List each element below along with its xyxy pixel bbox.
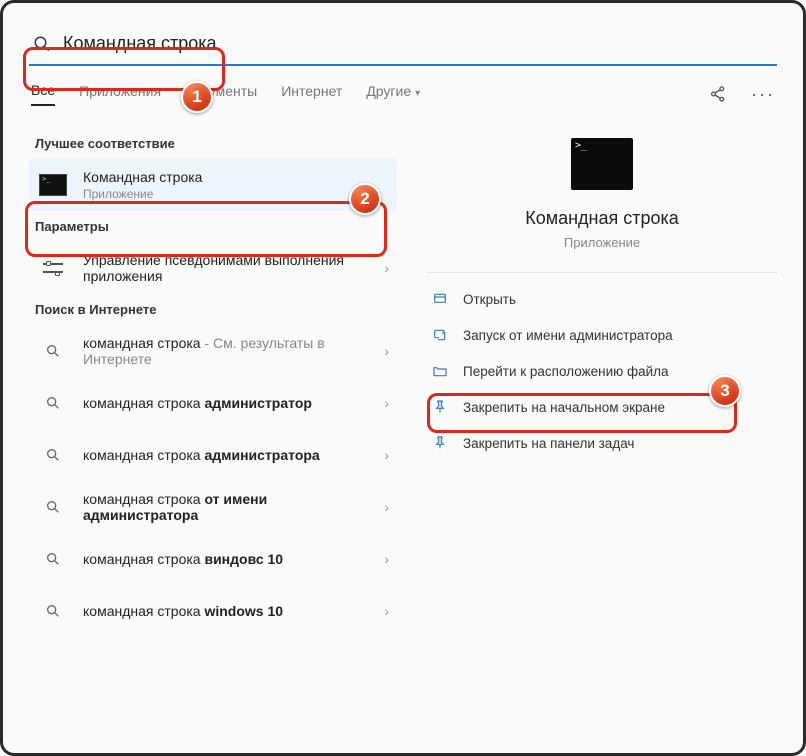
search-icon: [37, 543, 69, 575]
folder-icon: [431, 362, 449, 380]
preview-subtitle: Приложение: [427, 235, 777, 250]
best-match-header: Лучшее соответствие: [29, 128, 397, 159]
web-search-header: Поиск в Интернете: [29, 294, 397, 325]
result-title: Управление псевдонимами выполнения прило…: [83, 252, 378, 284]
chevron-right-icon: ›: [384, 603, 389, 619]
action-label: Перейти к расположению файла: [463, 364, 669, 379]
action-open[interactable]: Открыть: [427, 281, 777, 317]
result-title: командная строка windows 10: [83, 603, 378, 619]
app-icon-large: [571, 138, 633, 190]
sliders-icon: [37, 252, 69, 284]
filter-tabs: Все Приложения Документы Интернет Другие…: [29, 82, 777, 114]
chevron-right-icon: ›: [384, 499, 389, 515]
action-open-file-location[interactable]: Перейти к расположению файла: [427, 353, 777, 389]
search-icon: [37, 595, 69, 627]
preview-title: Командная строка: [427, 208, 777, 229]
result-title: командная строка администратора: [83, 447, 378, 463]
search-input[interactable]: [63, 33, 773, 54]
web-result[interactable]: командная строка windows 10 ›: [29, 585, 397, 637]
action-label: Открыть: [463, 292, 516, 307]
share-icon[interactable]: [709, 85, 727, 103]
tab-apps[interactable]: Приложения: [79, 83, 161, 105]
result-title: командная строка от имени администратора: [83, 491, 378, 523]
divider: [427, 272, 777, 273]
chevron-right-icon: ›: [384, 551, 389, 567]
tab-internet[interactable]: Интернет: [281, 83, 342, 105]
action-label: Закрепить на панели задач: [463, 436, 634, 451]
start-search-window: Все Приложения Документы Интернет Другие…: [0, 0, 806, 756]
web-result[interactable]: командная строка администратор ›: [29, 377, 397, 429]
action-pin-taskbar[interactable]: Закрепить на панели задач: [427, 425, 777, 461]
search-icon: [33, 35, 51, 53]
tab-more[interactable]: Другие▾: [366, 83, 420, 105]
result-title: командная строка - См. результаты в Инте…: [83, 335, 378, 367]
best-match-result[interactable]: Командная строка Приложение: [29, 159, 397, 211]
more-options-button[interactable]: ···: [751, 84, 775, 105]
search-icon: [37, 491, 69, 523]
pin-icon: [431, 398, 449, 416]
chevron-down-icon: ▾: [415, 88, 420, 99]
web-result[interactable]: командная строка - См. результаты в Инте…: [29, 325, 397, 377]
search-icon: [37, 439, 69, 471]
shield-icon: [431, 326, 449, 344]
search-bar[interactable]: [29, 27, 777, 66]
tab-all[interactable]: Все: [31, 82, 55, 106]
result-title: командная строка администратор: [83, 395, 378, 411]
action-label: Закрепить на начальном экране: [463, 400, 665, 415]
action-run-as-admin[interactable]: Запуск от имени администратора: [427, 317, 777, 353]
chevron-right-icon: ›: [384, 343, 389, 359]
result-title: командная строка виндовс 10: [83, 551, 378, 567]
web-result[interactable]: командная строка от имени администратора…: [29, 481, 397, 533]
pin-icon: [431, 434, 449, 452]
web-result[interactable]: командная строка администратора ›: [29, 429, 397, 481]
web-result[interactable]: командная строка виндовс 10 ›: [29, 533, 397, 585]
tab-documents[interactable]: Документы: [185, 83, 257, 105]
action-pin-start[interactable]: Закрепить на начальном экране: [427, 389, 777, 425]
preview-panel: Командная строка Приложение Открыть Запу…: [397, 128, 777, 637]
result-subtitle: Приложение: [83, 187, 389, 201]
chevron-right-icon: ›: [384, 447, 389, 463]
results-panel: Лучшее соответствие Командная строка При…: [29, 128, 397, 637]
result-title: Командная строка: [83, 169, 389, 185]
settings-result-aliases[interactable]: Управление псевдонимами выполнения прило…: [29, 242, 397, 294]
cmd-icon: [37, 169, 69, 201]
open-icon: [431, 290, 449, 308]
chevron-right-icon: ›: [384, 260, 389, 276]
settings-header: Параметры: [29, 211, 397, 242]
search-icon: [37, 335, 69, 367]
chevron-right-icon: ›: [384, 395, 389, 411]
action-label: Запуск от имени администратора: [463, 328, 673, 343]
search-icon: [37, 387, 69, 419]
